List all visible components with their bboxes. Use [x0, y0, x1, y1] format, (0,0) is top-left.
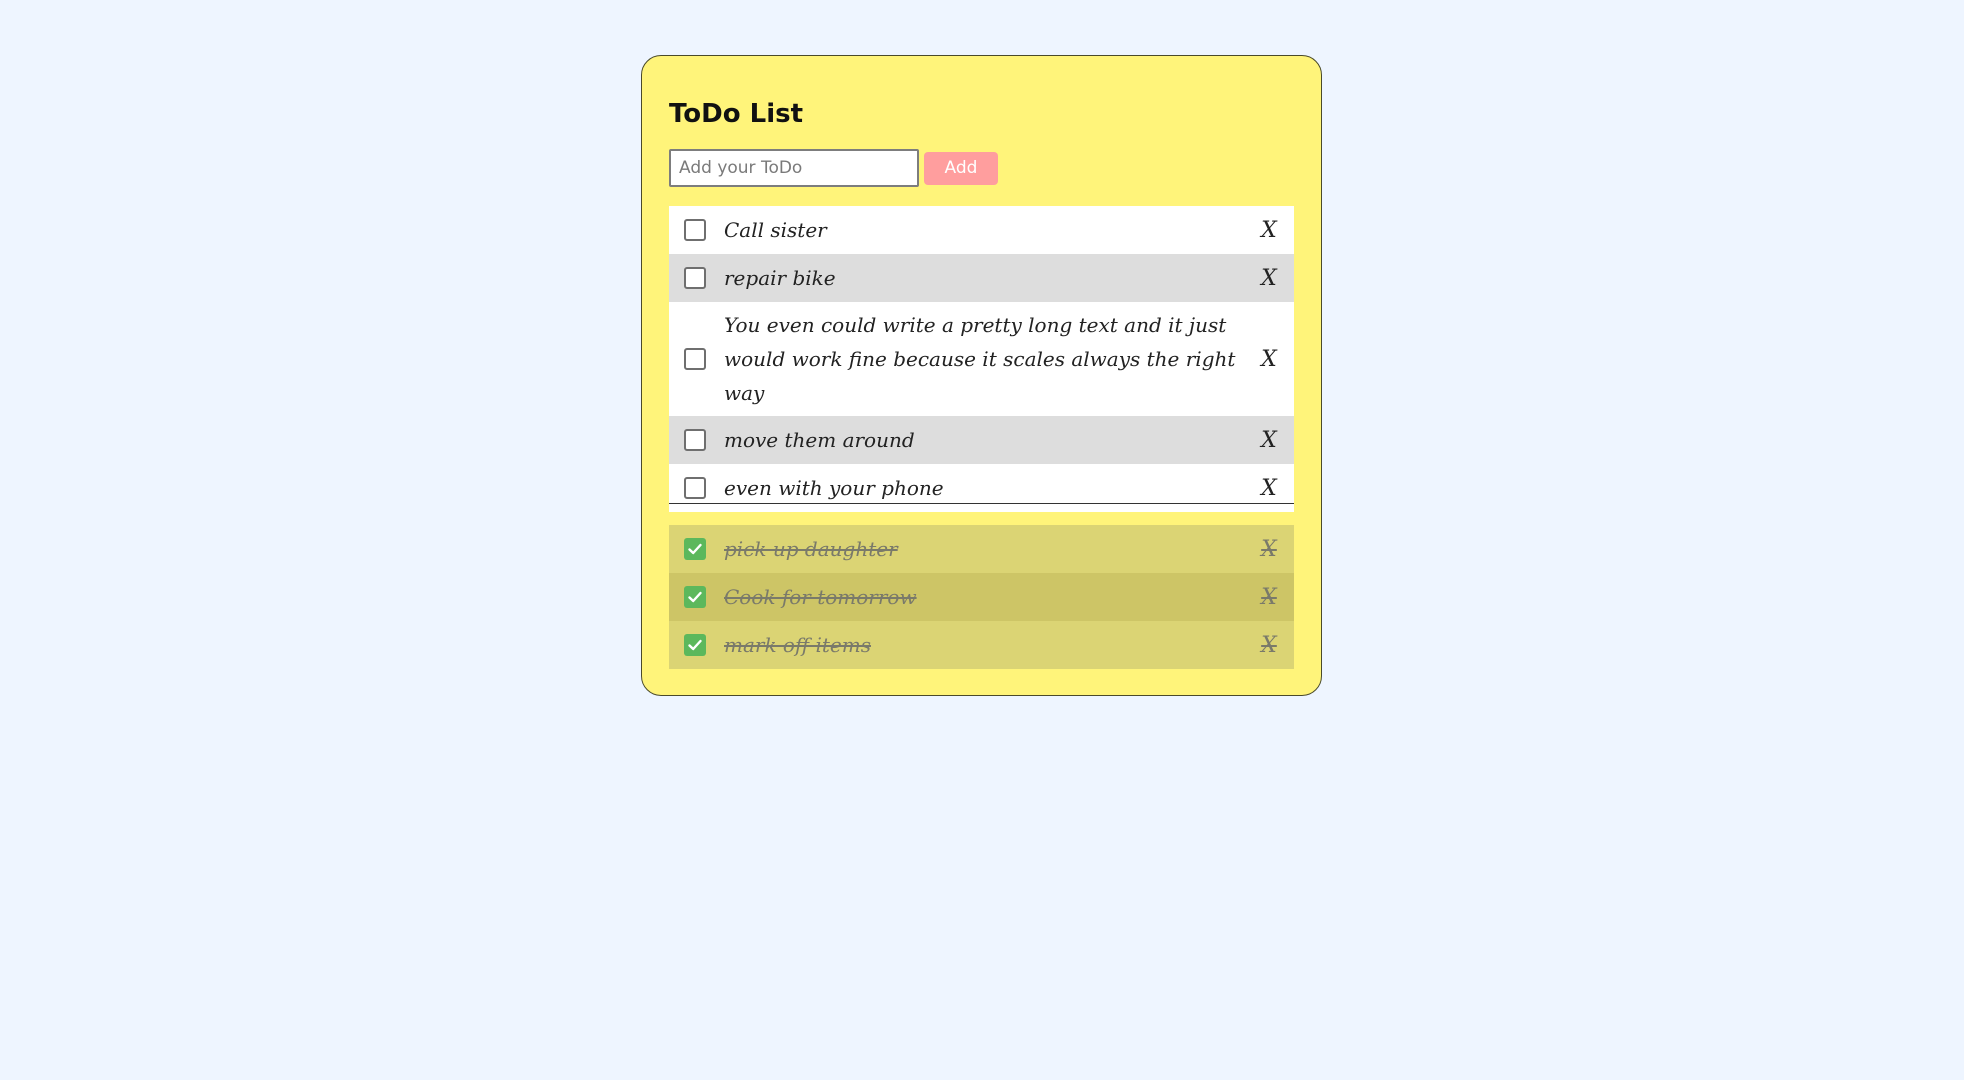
- todo-text: mark off items: [724, 633, 871, 657]
- todo-checkbox[interactable]: [684, 429, 706, 451]
- todo-text: pick up daughter: [724, 537, 898, 561]
- todo-checkbox[interactable]: [684, 219, 706, 241]
- todo-checkbox-checked[interactable]: [684, 538, 706, 560]
- delete-icon[interactable]: X: [1259, 347, 1279, 372]
- todo-checkbox-checked[interactable]: [684, 634, 706, 656]
- todo-text: even with your phone: [724, 476, 944, 500]
- todo-input[interactable]: [669, 149, 919, 187]
- delete-icon[interactable]: X: [1259, 537, 1279, 562]
- todo-item: even with your phone X: [669, 464, 1294, 512]
- todo-item-done: pick up daughter X: [669, 525, 1294, 573]
- delete-icon[interactable]: X: [1259, 633, 1279, 658]
- checkmark-icon: [688, 543, 702, 555]
- todo-text: You even could write a pretty long text …: [724, 313, 1236, 405]
- open-todo-list: Call sister X repair bike X You even cou…: [669, 206, 1294, 512]
- delete-icon[interactable]: X: [1259, 476, 1279, 501]
- checkmark-icon: [688, 639, 702, 651]
- todo-item: repair bike X: [669, 254, 1294, 302]
- checkmark-icon: [688, 591, 702, 603]
- add-button[interactable]: Add: [924, 151, 998, 185]
- completed-todo-list: pick up daughter X Cook for tomorrow X m…: [669, 525, 1294, 669]
- page-title: ToDo List: [669, 99, 804, 129]
- delete-icon[interactable]: X: [1259, 218, 1279, 243]
- todo-item: Call sister X: [669, 206, 1294, 254]
- delete-icon[interactable]: X: [1259, 266, 1279, 291]
- todo-text: Cook for tomorrow: [724, 585, 917, 609]
- delete-icon[interactable]: X: [1259, 428, 1279, 453]
- todo-item-done: mark off items X: [669, 621, 1294, 669]
- delete-icon[interactable]: X: [1259, 585, 1279, 610]
- todo-checkbox[interactable]: [684, 477, 706, 499]
- todo-item-done: Cook for tomorrow X: [669, 573, 1294, 621]
- todo-text: repair bike: [724, 266, 836, 290]
- todo-checkbox[interactable]: [684, 348, 706, 370]
- todo-item: move them around X: [669, 416, 1294, 464]
- todo-item: You even could write a pretty long text …: [669, 302, 1294, 416]
- list-divider: [669, 503, 1294, 504]
- todo-checkbox-checked[interactable]: [684, 586, 706, 608]
- add-todo-form: Add: [669, 149, 998, 187]
- todo-card: ToDo List Add Call sister X repair bike …: [641, 55, 1322, 696]
- todo-text: Call sister: [724, 218, 827, 242]
- todo-text: move them around: [724, 428, 915, 452]
- todo-checkbox[interactable]: [684, 267, 706, 289]
